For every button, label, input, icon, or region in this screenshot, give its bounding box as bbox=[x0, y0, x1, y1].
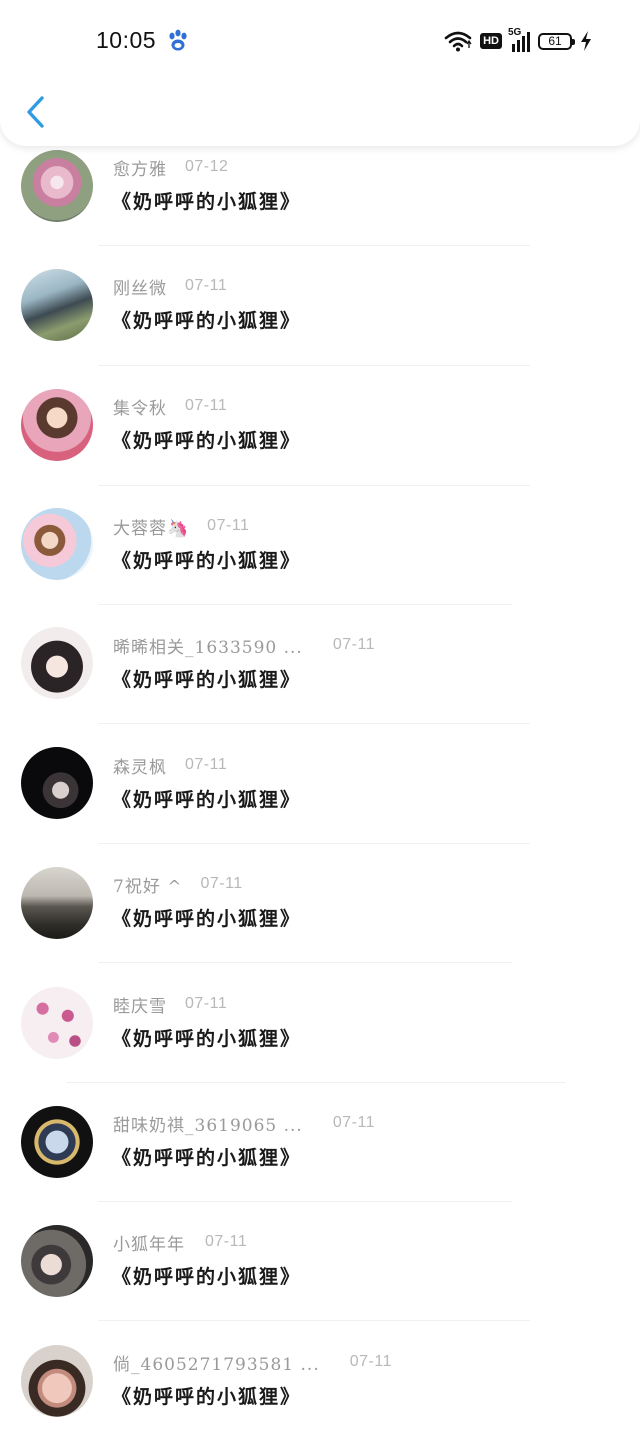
paw-icon bbox=[169, 29, 187, 51]
user-name[interactable]: 刚丝微 bbox=[113, 274, 167, 299]
post-date: 07-11 bbox=[332, 636, 376, 653]
user-name[interactable]: 晞晞相关_1633590 ... bbox=[113, 633, 303, 658]
divider bbox=[98, 962, 512, 963]
avatar[interactable] bbox=[21, 627, 93, 699]
avatar[interactable] bbox=[21, 987, 93, 1059]
list-item[interactable]: 集令秋 07-11 《奶呼呼的小狐狸》 bbox=[0, 368, 640, 488]
top-bar: 10:05 HD 5G 61 bbox=[0, 0, 640, 146]
user-name[interactable]: 7祝好 ^ bbox=[113, 872, 182, 897]
avatar[interactable] bbox=[21, 389, 93, 461]
post-date: 07-11 bbox=[185, 995, 228, 1012]
wifi-icon bbox=[444, 31, 472, 52]
list-item[interactable]: 大蓉蓉🦄 07-11 《奶呼呼的小狐狸》 bbox=[0, 488, 640, 608]
post-date: 07-11 bbox=[207, 517, 250, 534]
avatar[interactable] bbox=[21, 1106, 93, 1178]
book-title[interactable]: 《奶呼呼的小狐狸》 bbox=[112, 785, 301, 812]
book-title[interactable]: 《奶呼呼的小狐狸》 bbox=[112, 904, 301, 931]
avatar[interactable] bbox=[21, 508, 93, 580]
book-title[interactable]: 《奶呼呼的小狐狸》 bbox=[112, 1262, 301, 1289]
user-name[interactable]: 大蓉蓉🦄 bbox=[113, 514, 189, 539]
divider bbox=[98, 604, 512, 605]
avatar[interactable] bbox=[21, 867, 93, 939]
book-title[interactable]: 《奶呼呼的小狐狸》 bbox=[112, 1024, 301, 1051]
user-name[interactable]: 小狐年年 bbox=[113, 1230, 185, 1255]
list-item[interactable]: 7祝好 ^ 07-11 《奶呼呼的小狐狸》 bbox=[0, 846, 640, 966]
book-title[interactable]: 《奶呼呼的小狐狸》 bbox=[112, 187, 301, 214]
list-item[interactable]: 倘_4605271793581 ... 07-11 《奶呼呼的小狐狸》 bbox=[0, 1324, 640, 1444]
post-date: 07-11 bbox=[200, 875, 243, 892]
user-name[interactable]: 倘_4605271793581 ... bbox=[113, 1350, 320, 1375]
list-item[interactable]: 森灵枫 07-11 《奶呼呼的小狐狸》 bbox=[0, 727, 640, 847]
avatar[interactable] bbox=[21, 747, 93, 819]
battery-level: 61 bbox=[548, 34, 562, 48]
network-label: 5G bbox=[508, 27, 522, 38]
list-item[interactable]: 愈方雅 07-12 《奶呼呼的小狐狸》 bbox=[0, 128, 640, 248]
book-title[interactable]: 《奶呼呼的小狐狸》 bbox=[112, 1382, 301, 1409]
list-item[interactable]: 晞晞相关_1633590 ... 07-11 《奶呼呼的小狐狸》 bbox=[0, 607, 640, 727]
divider bbox=[98, 1320, 530, 1321]
post-date: 07-11 bbox=[185, 756, 228, 773]
avatar[interactable] bbox=[21, 269, 93, 341]
post-date: 07-11 bbox=[185, 397, 228, 414]
divider bbox=[98, 1201, 512, 1202]
avatar[interactable] bbox=[21, 1225, 93, 1297]
user-name[interactable]: 愈方雅 bbox=[113, 155, 167, 180]
list-item[interactable]: 刚丝微 07-11 《奶呼呼的小狐狸》 bbox=[0, 248, 640, 368]
book-title[interactable]: 《奶呼呼的小狐狸》 bbox=[112, 546, 301, 573]
divider bbox=[98, 485, 530, 486]
list-item[interactable]: 睦庆雪 07-11 《奶呼呼的小狐狸》 bbox=[0, 966, 640, 1086]
post-date: 07-11 bbox=[205, 1233, 248, 1250]
avatar[interactable] bbox=[21, 150, 93, 222]
book-title[interactable]: 《奶呼呼的小狐狸》 bbox=[112, 306, 301, 333]
post-date: 07-11 bbox=[185, 277, 228, 294]
list-item[interactable]: 甜味奶祺_3619065 ... 07-11 《奶呼呼的小狐狸》 bbox=[0, 1085, 640, 1205]
book-title[interactable]: 《奶呼呼的小狐狸》 bbox=[112, 1143, 301, 1170]
user-name[interactable]: 森灵枫 bbox=[113, 753, 167, 778]
status-time: 10:05 bbox=[96, 27, 157, 53]
post-date: 07-11 bbox=[332, 1114, 376, 1131]
avatar[interactable] bbox=[21, 1345, 93, 1417]
signal-icon: 5G bbox=[508, 27, 530, 52]
user-name[interactable]: 集令秋 bbox=[113, 394, 167, 419]
book-title[interactable]: 《奶呼呼的小狐狸》 bbox=[112, 665, 301, 692]
battery-icon: 61 bbox=[538, 32, 575, 50]
post-date: 07-12 bbox=[185, 158, 229, 175]
user-name[interactable]: 睦庆雪 bbox=[113, 992, 167, 1017]
charging-bolt-icon bbox=[581, 31, 591, 51]
list-item[interactable]: 小狐年年 07-11 《奶呼呼的小狐狸》 bbox=[0, 1204, 640, 1324]
divider bbox=[66, 1082, 566, 1083]
post-date: 07-11 bbox=[349, 1353, 392, 1370]
hd-badge: HD bbox=[480, 33, 502, 49]
user-name[interactable]: 甜味奶祺_3619065 ... bbox=[113, 1111, 303, 1136]
book-title[interactable]: 《奶呼呼的小狐狸》 bbox=[112, 426, 301, 453]
divider bbox=[98, 365, 530, 366]
divider bbox=[98, 843, 530, 844]
divider bbox=[98, 245, 530, 246]
back-button[interactable] bbox=[18, 92, 54, 132]
divider bbox=[98, 723, 530, 724]
